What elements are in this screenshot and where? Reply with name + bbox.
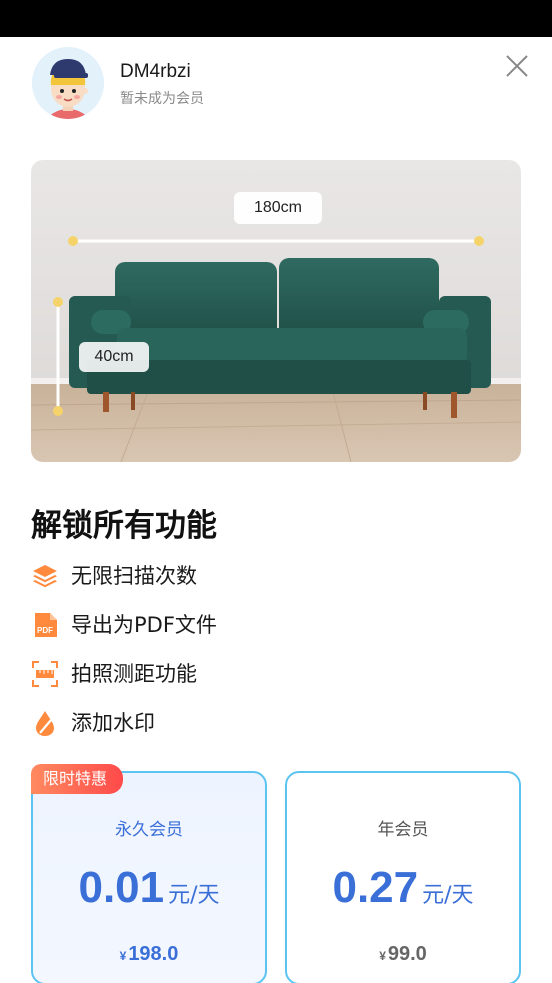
feature-label: 导出为PDF文件 [71,613,217,637]
currency-symbol: ¥ [119,949,127,963]
limited-offer-badge: 限时特惠 [31,764,123,794]
feature-item-unlimited-scan: 无限扫描次数 [31,560,451,594]
price-value: 0.27 [332,863,419,912]
close-icon [506,55,528,77]
feature-item-watermark: 添加水印 [31,707,451,741]
feature-label: 拍照测距功能 [71,662,197,686]
width-measurement-label: 180cm [234,192,322,224]
watermark-drop-icon [36,711,54,736]
feature-label: 添加水印 [71,711,155,735]
status-bar [0,0,552,37]
price-unit: 元/天 [422,883,474,908]
plan-card-lifetime[interactable]: 永久会员 0.01 元/天 ¥198.0 [31,771,267,983]
plan-daily-price: 0.27 元/天 [287,863,519,913]
svg-text:PDF: PDF [37,626,53,635]
feature-item-export-pdf: PDF 导出为PDF文件 [31,609,451,643]
measurement-demo-image: 180cm 40cm [31,160,521,462]
avatar-illustration [32,47,104,119]
layers-icon [33,565,57,588]
feature-label: 无限扫描次数 [71,564,197,588]
plan-card-yearly[interactable]: 年会员 0.27 元/天 ¥99.0 [285,771,521,983]
profile-header: DM4rbzi 暂未成为会员 [0,37,552,137]
total-value: 198.0 [128,943,179,965]
pdf-file-icon: PDF [35,613,57,637]
close-button[interactable] [500,49,534,83]
plan-name: 年会员 [377,820,429,840]
membership-status: 暂未成为会员 [120,91,204,107]
user-avatar[interactable] [32,47,104,119]
features-title: 解锁所有功能 [31,508,217,544]
price-value: 0.01 [78,863,165,912]
plan-daily-price: 0.01 元/天 [33,863,265,913]
plan-total-price: ¥99.0 [287,943,519,966]
total-value: 99.0 [387,943,427,965]
plan-name: 永久会员 [115,820,183,840]
price-unit: 元/天 [168,883,220,908]
currency-symbol: ¥ [379,949,386,963]
plan-total-price: ¥198.0 [33,943,265,966]
ruler-scan-icon [32,661,58,687]
feature-item-photo-measure: 拍照测距功能 [31,658,451,692]
user-name: DM4rbzi [120,61,191,82]
height-measurement-label: 40cm [79,342,149,372]
